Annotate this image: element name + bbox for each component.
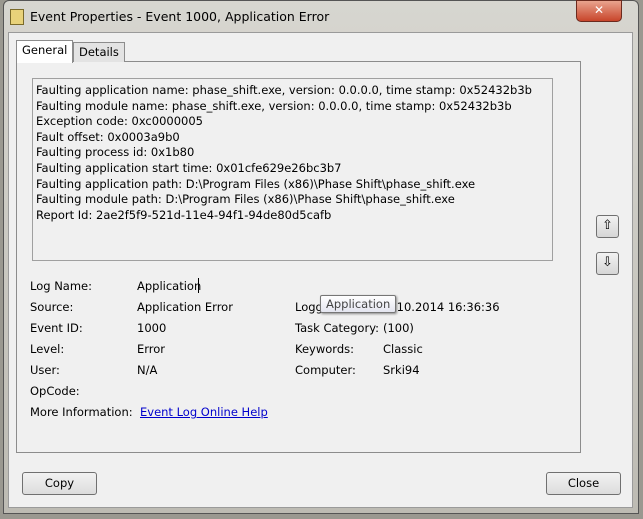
copy-button[interactable]: Copy <box>22 472 97 495</box>
arrow-down-icon: ⇩ <box>602 255 613 270</box>
event-id-label: Event ID: <box>30 321 83 335</box>
tooltip: Application <box>320 295 397 313</box>
keywords-label: Keywords: <box>295 342 354 356</box>
tab-general[interactable]: General <box>16 40 74 63</box>
computer-value[interactable]: Srki94 <box>383 363 420 377</box>
user-label: User: <box>30 363 60 377</box>
close-button[interactable]: Close <box>546 472 621 495</box>
window-close-button[interactable]: ✕ <box>576 0 622 22</box>
event-id-value[interactable]: 1000 <box>137 321 166 335</box>
previous-event-button[interactable]: ⇧ <box>596 215 619 238</box>
event-viewer-icon <box>10 9 24 25</box>
computer-label: Computer: <box>295 363 356 377</box>
keywords-value[interactable]: Classic <box>383 342 423 356</box>
level-value[interactable]: Error <box>137 342 165 356</box>
log-name-value[interactable]: Application <box>137 279 201 293</box>
source-value[interactable]: Application Error <box>137 300 233 314</box>
task-category-value[interactable]: (100) <box>383 321 414 335</box>
event-log-online-help-link[interactable]: Event Log Online Help <box>140 405 268 419</box>
opcode-label: OpCode: <box>30 384 80 398</box>
logged-value[interactable]: .10.2014 16:36:36 <box>393 300 500 314</box>
next-event-button[interactable]: ⇩ <box>596 252 619 275</box>
more-info-label: More Information: <box>30 405 133 419</box>
window-title: Event Properties - Event 1000, Applicati… <box>30 9 330 24</box>
log-name-label: Log Name: <box>30 279 92 293</box>
user-value[interactable]: N/A <box>137 363 157 377</box>
arrow-up-icon: ⇧ <box>602 218 613 233</box>
event-description-textbox[interactable]: Faulting application name: phase_shift.e… <box>32 78 553 261</box>
task-category-label: Task Category: <box>295 321 380 335</box>
level-label: Level: <box>30 342 65 356</box>
source-label: Source: <box>30 300 74 314</box>
tab-details[interactable]: Details <box>73 42 125 62</box>
text-caret <box>198 278 199 293</box>
logged-label: Logg <box>295 300 323 314</box>
